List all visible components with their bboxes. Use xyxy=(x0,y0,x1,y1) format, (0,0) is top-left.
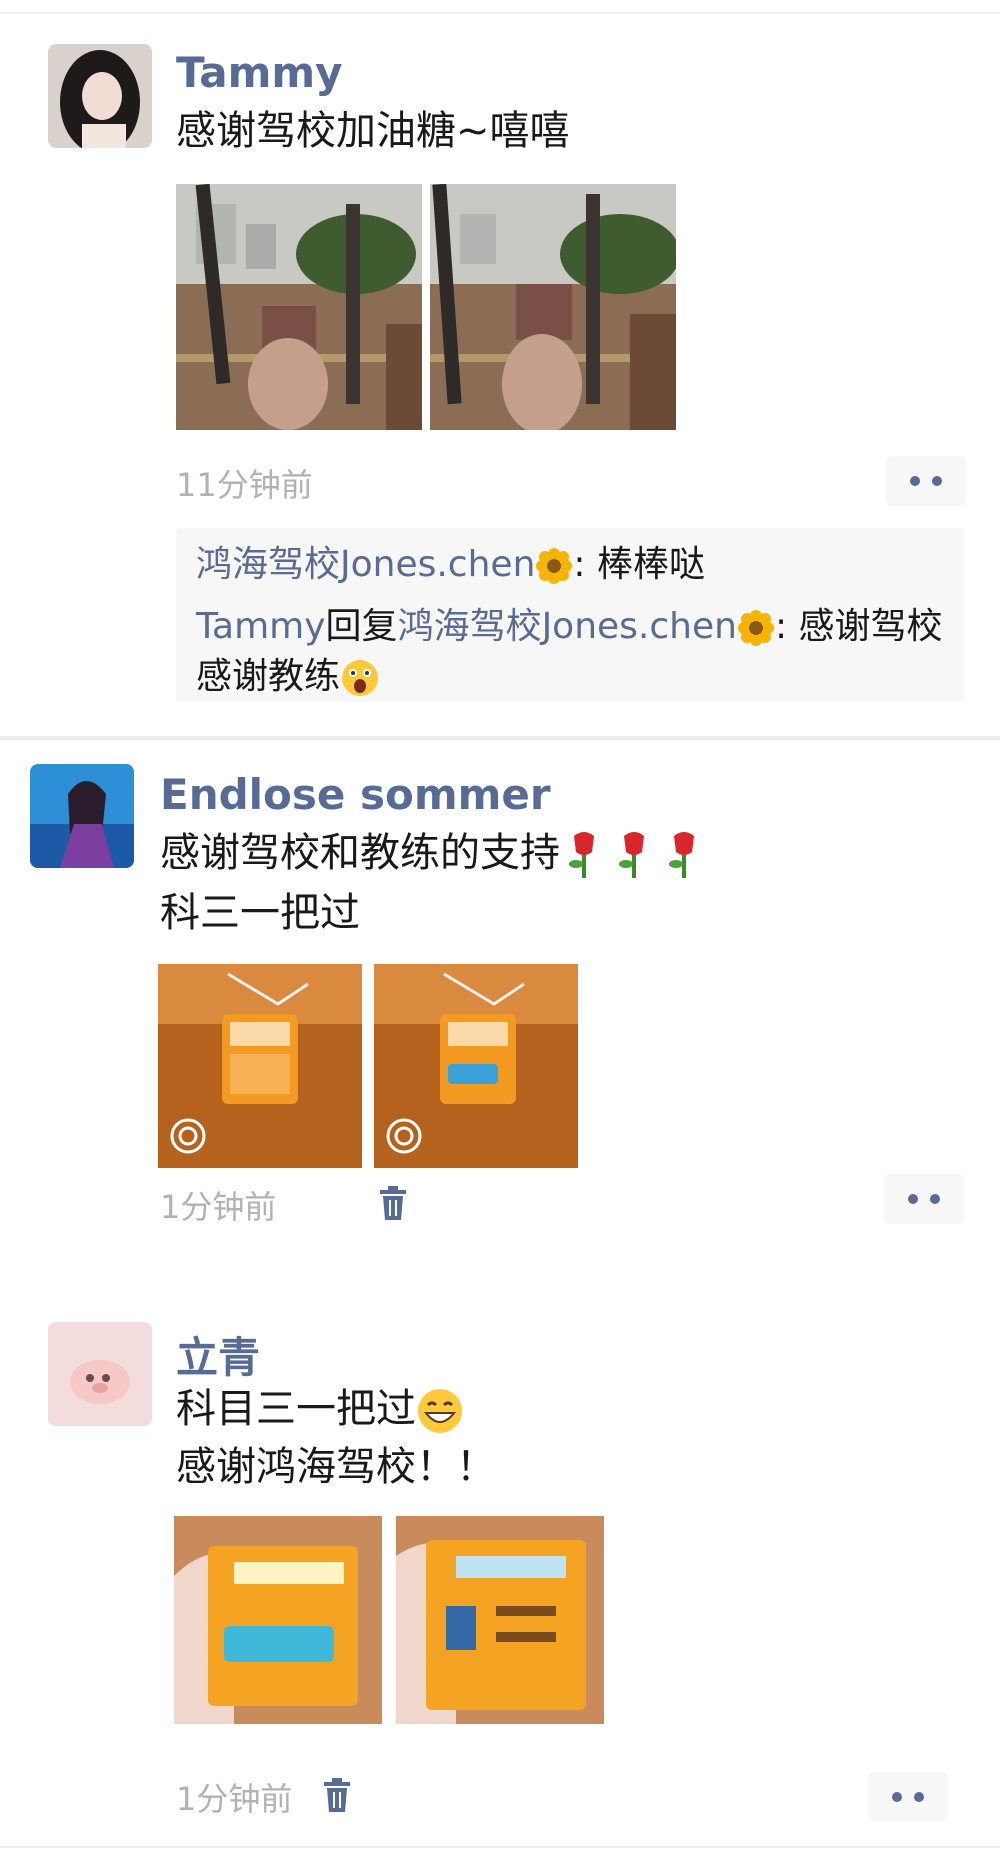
post-text-line: 科三一把过 xyxy=(160,890,360,936)
post-time: 1分钟前 xyxy=(160,1188,277,1226)
post-text-line: 科目三一把过 xyxy=(176,1386,416,1432)
comment-author[interactable]: 鸿海驾校Jones.chen xyxy=(196,544,535,585)
shocked-face-emoji-icon xyxy=(342,660,379,696)
comment-text: : 棒棒哒 xyxy=(573,544,705,585)
grinning-face-emoji-icon xyxy=(418,1389,462,1433)
post-text: 感谢驾校加油糖~嘻嘻 xyxy=(176,108,570,154)
comment-continuation: 感谢教练 xyxy=(196,652,380,702)
dot-icon xyxy=(932,476,942,486)
post-text: 感谢驾校和教练的支持 xyxy=(160,824,710,882)
moment-post-liqing: 立青 科目三一把过 感谢鸿海驾校！！ 1分钟前 xyxy=(0,1300,1000,1856)
dot-icon xyxy=(930,1194,940,1204)
post-text-line: 感谢驾校和教练的支持 xyxy=(160,830,560,876)
dot-icon xyxy=(914,1792,924,1802)
post-photo[interactable] xyxy=(174,1516,382,1724)
post-time: 1分钟前 xyxy=(176,1780,293,1818)
delete-trash-icon[interactable] xyxy=(376,1184,410,1222)
rose-emoji-icon xyxy=(669,832,694,878)
bottom-divider xyxy=(0,1846,1000,1848)
comments-section: 鸿海驾校Jones.chen: 棒棒哒 Tammy回复鸿海驾校Jones.che… xyxy=(176,528,964,702)
poster-name[interactable]: 立青 xyxy=(176,1324,260,1385)
avatar[interactable] xyxy=(30,764,134,868)
comment-text: 感谢教练 xyxy=(196,656,341,697)
more-options-button[interactable] xyxy=(868,1772,948,1822)
post-text-line: 感谢鸿海驾校！！ xyxy=(176,1444,496,1490)
comment[interactable]: Tammy回复鸿海驾校Jones.chen : 感谢驾校 xyxy=(196,602,943,652)
post-photo[interactable] xyxy=(176,184,422,430)
post-photo[interactable] xyxy=(374,964,578,1168)
rose-emoji-icon xyxy=(569,832,594,878)
avatar[interactable] xyxy=(48,1322,152,1426)
rose-emoji-icon xyxy=(619,832,644,878)
flower-emoji-icon xyxy=(536,548,573,584)
reply-word: 回复 xyxy=(325,606,398,647)
more-options-button[interactable] xyxy=(884,1174,964,1224)
comment-author[interactable]: Tammy xyxy=(196,606,326,647)
comment-text: : 感谢驾校 xyxy=(774,606,943,647)
post-time: 11分钟前 xyxy=(176,466,313,504)
flower-emoji-icon xyxy=(737,610,774,646)
post-photo[interactable] xyxy=(396,1516,604,1724)
more-options-button[interactable] xyxy=(886,456,966,506)
dot-icon xyxy=(910,476,920,486)
reply-to-name[interactable]: 鸿海驾校Jones.chen xyxy=(398,606,737,647)
moment-post-endlose-sommer: Endlose sommer 感谢驾校和教练的支持 科三一把过 1分钟前 xyxy=(0,740,1000,1300)
post-photo[interactable] xyxy=(158,964,362,1168)
poster-name[interactable]: Tammy xyxy=(176,48,342,97)
post-text: 科目三一把过 xyxy=(176,1380,464,1438)
dot-icon xyxy=(908,1194,918,1204)
post-photo[interactable] xyxy=(430,184,676,430)
dot-icon xyxy=(892,1792,902,1802)
avatar[interactable] xyxy=(48,44,152,148)
comment[interactable]: 鸿海驾校Jones.chen : 棒棒哒 xyxy=(196,540,705,590)
poster-name[interactable]: Endlose sommer xyxy=(160,770,551,819)
moment-post-tammy: Tammy 感谢驾校加油糖~嘻嘻 11分钟前 鸿海驾校Jones.chen: … xyxy=(0,0,1000,740)
delete-trash-icon[interactable] xyxy=(320,1776,354,1814)
